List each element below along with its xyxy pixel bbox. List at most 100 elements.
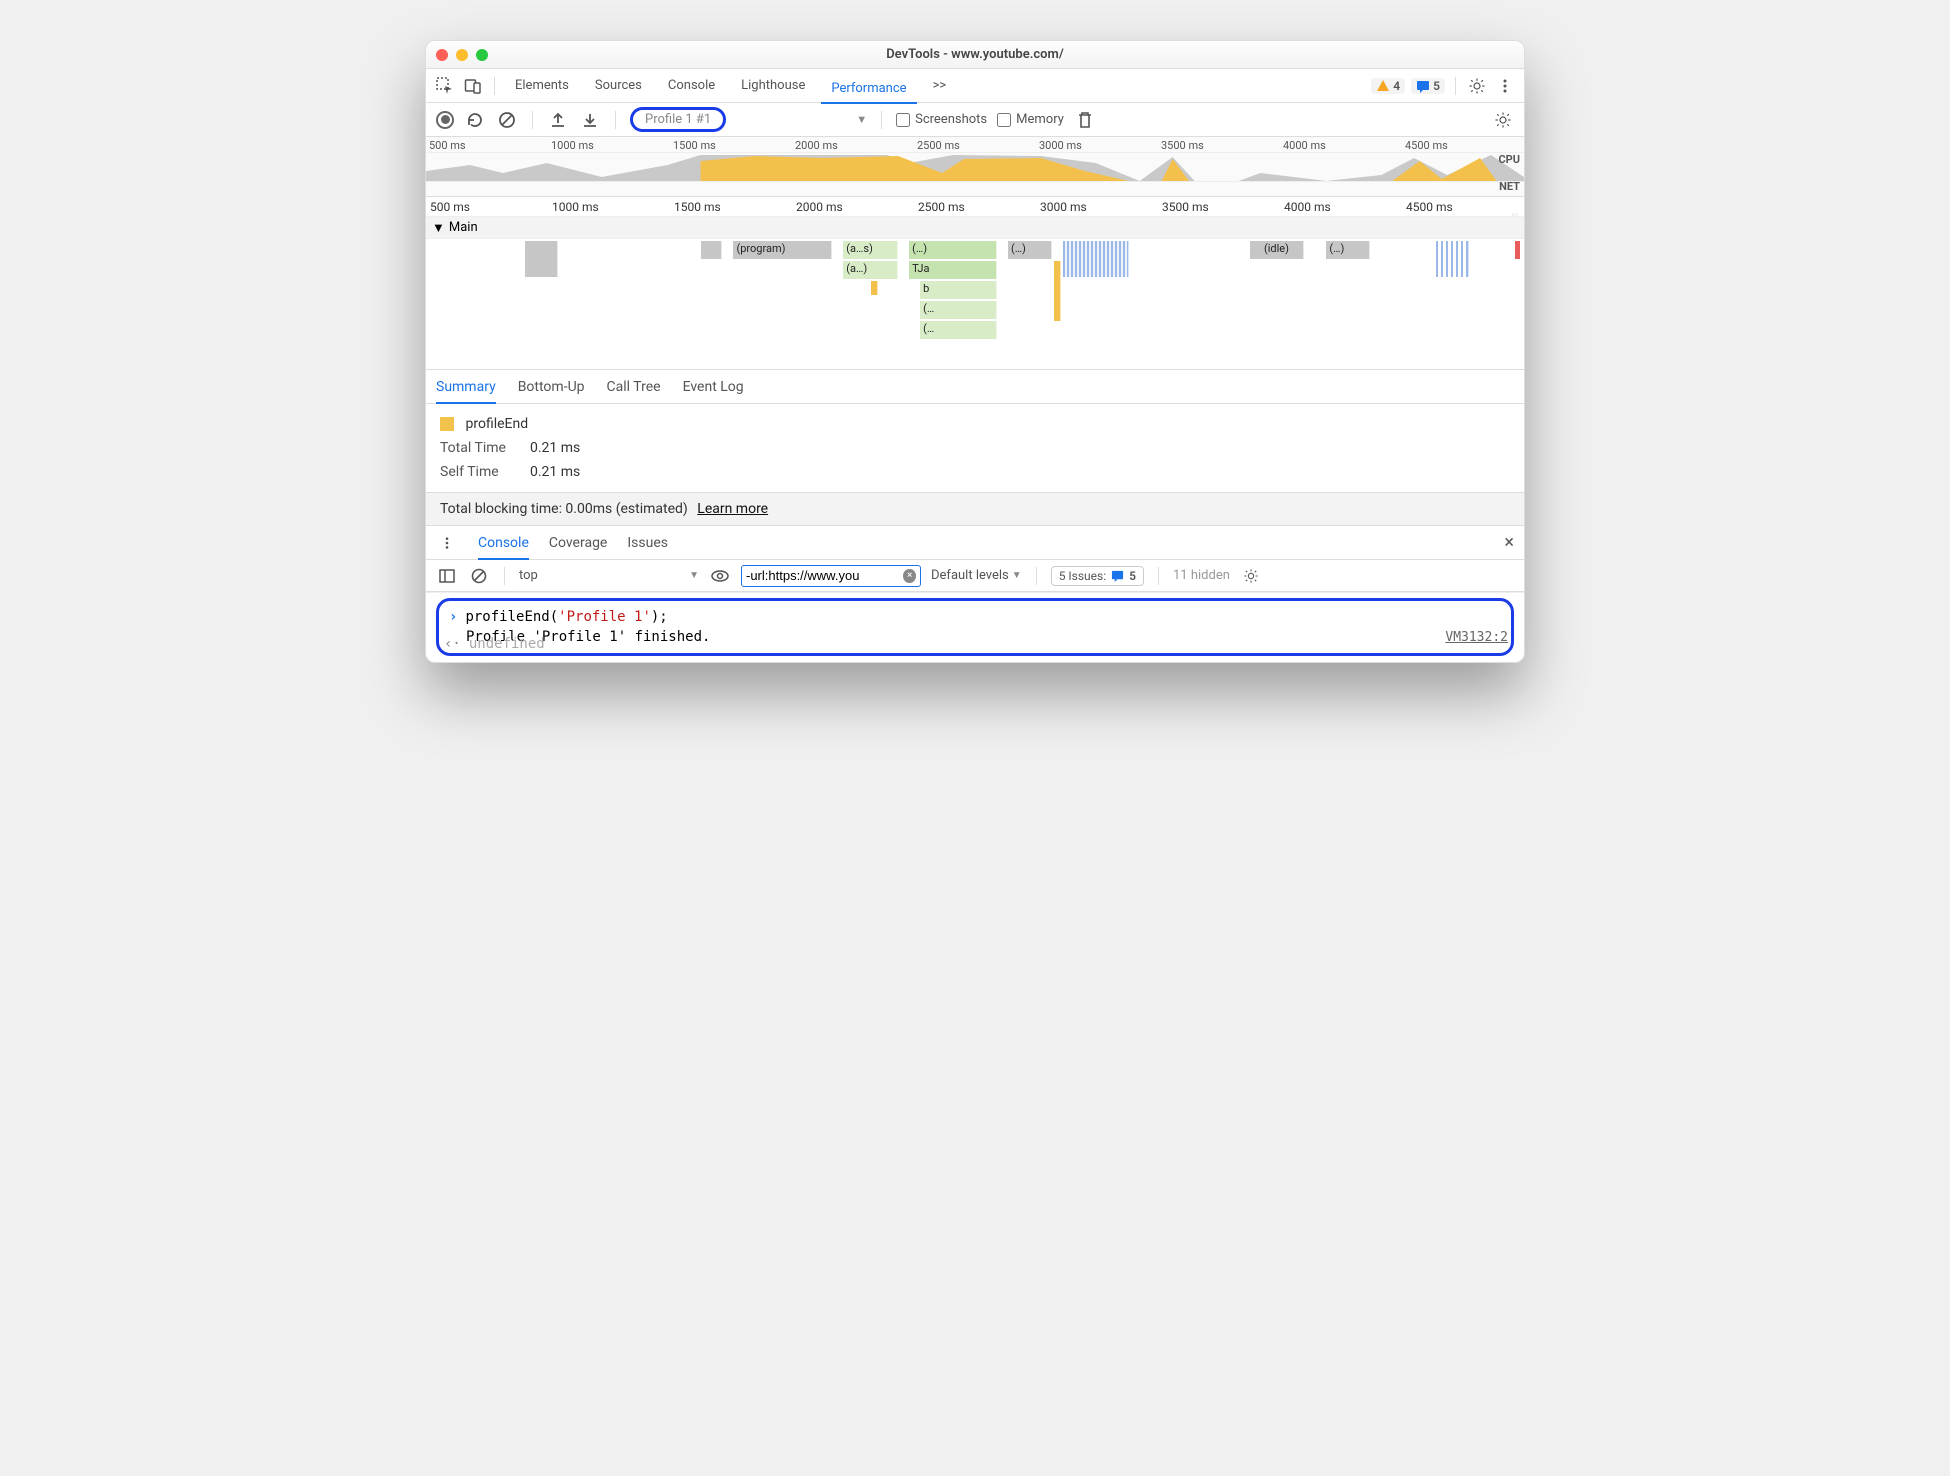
flame-bar[interactable]: (… bbox=[920, 301, 997, 319]
flame-bar[interactable]: (… bbox=[920, 321, 997, 339]
hidden-count[interactable]: 11 hidden bbox=[1173, 568, 1230, 583]
scrollbar[interactable] bbox=[1512, 213, 1518, 216]
console-body[interactable]: › profileEnd('Profile 1'); Profile 'Prof… bbox=[426, 592, 1524, 662]
trash-icon[interactable] bbox=[1074, 109, 1096, 131]
flame-bar[interactable] bbox=[871, 281, 878, 295]
tab-console[interactable]: Console bbox=[658, 74, 725, 97]
download-icon[interactable] bbox=[579, 109, 601, 131]
messages-badge[interactable]: 5 bbox=[1411, 78, 1445, 94]
settings-icon[interactable] bbox=[1466, 75, 1488, 97]
close-drawer-icon[interactable]: × bbox=[1504, 532, 1514, 553]
warnings-count: 4 bbox=[1393, 79, 1400, 93]
tab-lighthouse[interactable]: Lighthouse bbox=[731, 74, 815, 97]
drawer-tabs: Console Coverage Issues × bbox=[426, 526, 1524, 560]
tab-bottom-up[interactable]: Bottom-Up bbox=[518, 379, 585, 395]
memory-input[interactable] bbox=[997, 113, 1011, 127]
tab-performance[interactable]: Performance bbox=[821, 77, 916, 104]
clear-icon[interactable] bbox=[496, 109, 518, 131]
learn-more-link[interactable]: Learn more bbox=[697, 501, 768, 517]
tick: 2000 ms bbox=[792, 139, 914, 152]
overview-ruler: 500 ms 1000 ms 1500 ms 2000 ms 2500 ms 3… bbox=[426, 137, 1524, 153]
kebab-menu-icon[interactable] bbox=[1494, 75, 1516, 97]
tab-call-tree[interactable]: Call Tree bbox=[607, 379, 661, 395]
console-filter-input[interactable] bbox=[746, 568, 899, 583]
capture-settings-icon[interactable] bbox=[1492, 109, 1514, 131]
sidebar-toggle-icon[interactable] bbox=[436, 565, 458, 587]
blocking-time-row: Total blocking time: 0.00ms (estimated) … bbox=[426, 492, 1524, 526]
screenshots-checkbox[interactable]: Screenshots bbox=[896, 112, 987, 127]
flame-bar[interactable]: (…) bbox=[909, 241, 997, 259]
console-settings-icon[interactable] bbox=[1240, 565, 1262, 587]
tick: 500 ms bbox=[426, 139, 548, 152]
drawer-tab-console[interactable]: Console bbox=[478, 535, 529, 560]
profile-selector[interactable]: Profile 1 #1 bbox=[630, 107, 726, 132]
clear-console-icon[interactable] bbox=[468, 565, 490, 587]
chevron-down-icon[interactable]: ▼ bbox=[856, 113, 867, 126]
issues-label: 5 Issues: bbox=[1059, 569, 1106, 583]
upload-icon[interactable] bbox=[547, 109, 569, 131]
screenshots-input[interactable] bbox=[896, 113, 910, 127]
record-button[interactable] bbox=[436, 111, 454, 129]
memory-checkbox[interactable]: Memory bbox=[997, 112, 1064, 127]
context-selector[interactable]: top ▼ bbox=[519, 568, 699, 583]
event-name: profileEnd bbox=[465, 416, 528, 432]
self-time-value: 0.21 ms bbox=[530, 464, 580, 480]
drawer-tab-coverage[interactable]: Coverage bbox=[549, 535, 607, 551]
console-code-string: 'Profile 1' bbox=[558, 609, 651, 625]
flame-marker bbox=[1515, 241, 1520, 259]
flame-bar[interactable] bbox=[701, 241, 723, 259]
blocking-text: Total blocking time: 0.00ms (estimated) bbox=[440, 501, 688, 517]
flame-bar[interactable]: (a…) bbox=[843, 261, 898, 279]
source-link[interactable]: VM3132:2 bbox=[1445, 630, 1508, 645]
flame-bar[interactable] bbox=[525, 241, 558, 277]
tab-event-log[interactable]: Event Log bbox=[683, 379, 744, 395]
tick: 2500 ms bbox=[914, 139, 1036, 152]
performance-toolbar: Profile 1 #1 ▼ Screenshots Memory bbox=[426, 103, 1524, 137]
flame-section: 500 ms 1000 ms 1500 ms 2000 ms 2500 ms 3… bbox=[426, 197, 1524, 370]
kebab-menu-icon[interactable] bbox=[436, 532, 458, 554]
drawer-tab-issues[interactable]: Issues bbox=[627, 535, 668, 551]
separator bbox=[504, 567, 505, 585]
main-thread-row[interactable]: ▼ Main bbox=[426, 217, 1524, 239]
clear-filter-icon[interactable]: × bbox=[903, 569, 916, 583]
flame-bar[interactable]: TJa bbox=[909, 261, 997, 279]
tick: 500 ms bbox=[426, 200, 548, 214]
issues-button[interactable]: 5 Issues: 5 bbox=[1051, 566, 1144, 586]
details-tabs: Summary Bottom-Up Call Tree Event Log bbox=[426, 370, 1524, 404]
titlebar: DevTools - www.youtube.com/ bbox=[426, 41, 1524, 69]
tick: 1500 ms bbox=[670, 139, 792, 152]
flame-bar[interactable] bbox=[1054, 261, 1061, 321]
tabs-overflow[interactable]: >> bbox=[923, 74, 957, 97]
console-filter[interactable]: × bbox=[741, 565, 921, 587]
cpu-lane: CPU bbox=[426, 153, 1524, 181]
inspect-element-icon[interactable] bbox=[434, 75, 456, 97]
context-value: top bbox=[519, 568, 538, 583]
tick: 1000 ms bbox=[548, 139, 670, 152]
tab-sources[interactable]: Sources bbox=[585, 74, 652, 97]
flame-bar[interactable]: (program) bbox=[733, 241, 832, 259]
issues-count: 5 bbox=[1129, 569, 1136, 583]
main-thread-label: Main bbox=[449, 220, 478, 235]
live-expression-icon[interactable] bbox=[709, 565, 731, 587]
device-toggle-icon[interactable] bbox=[462, 75, 484, 97]
chevron-down-icon: ▼ bbox=[432, 220, 445, 236]
flame-bar[interactable]: (a…s) bbox=[843, 241, 898, 259]
flame-bar[interactable]: (…) bbox=[1008, 241, 1052, 259]
flame-bar[interactable]: (…) bbox=[1326, 241, 1370, 259]
flame-bar[interactable] bbox=[1063, 241, 1129, 277]
tab-elements[interactable]: Elements bbox=[505, 74, 579, 97]
flame-chart[interactable]: (program) (a…s) (a…) (…) TJa b (… (… (…)… bbox=[426, 239, 1524, 369]
separator bbox=[1036, 567, 1037, 585]
flame-bar[interactable]: b bbox=[920, 281, 997, 299]
event-title: profileEnd bbox=[440, 416, 1510, 432]
flame-bar[interactable] bbox=[1436, 241, 1469, 277]
timeline-overview[interactable]: 500 ms 1000 ms 1500 ms 2000 ms 2500 ms 3… bbox=[426, 137, 1524, 197]
tick: 4500 ms bbox=[1402, 200, 1524, 214]
summary-panel: profileEnd Total Time 0.21 ms Self Time … bbox=[426, 404, 1524, 492]
log-levels-selector[interactable]: Default levels ▼ bbox=[931, 568, 1022, 583]
warnings-badge[interactable]: 4 bbox=[1371, 78, 1405, 94]
flame-bar[interactable]: (idle) bbox=[1250, 241, 1305, 259]
reload-record-icon[interactable] bbox=[464, 109, 486, 131]
tab-summary[interactable]: Summary bbox=[436, 379, 496, 404]
tick: 2500 ms bbox=[914, 200, 1036, 214]
